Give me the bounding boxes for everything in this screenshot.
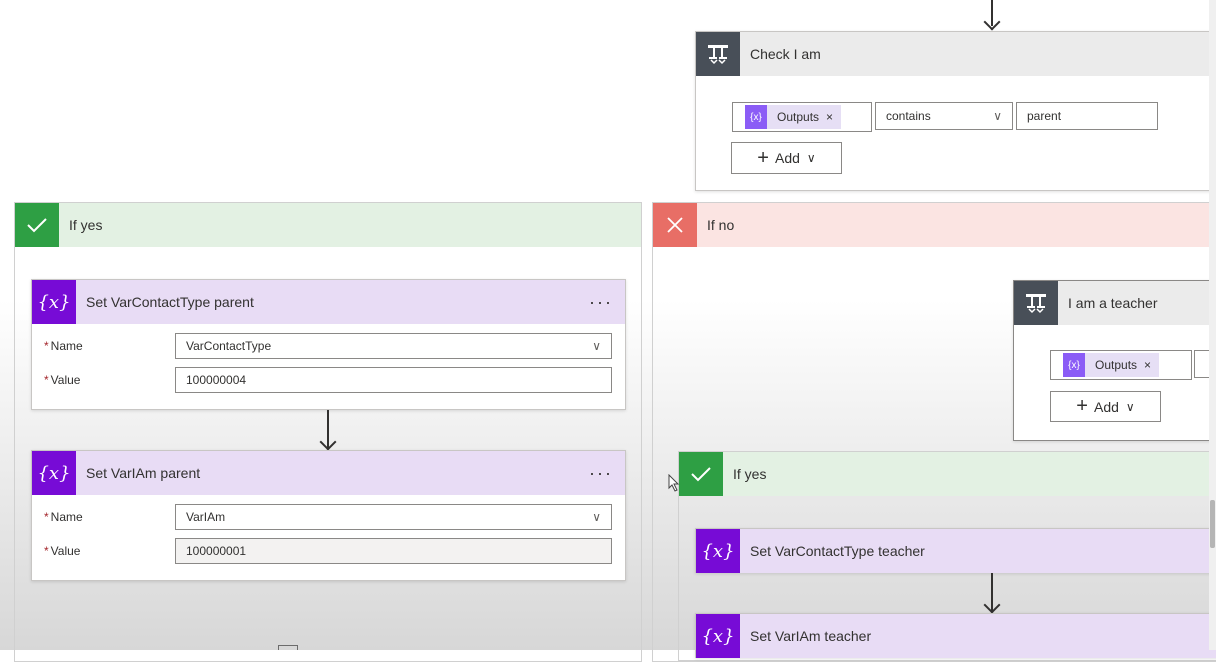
- condition-title: Check I am: [750, 46, 821, 62]
- more-icon[interactable]: ···: [589, 463, 613, 484]
- variable-token-icon: {x}: [1063, 353, 1085, 377]
- card-title: Set VarIAm teacher: [750, 628, 872, 644]
- cursor-icon: [668, 473, 680, 497]
- close-icon: [653, 203, 697, 247]
- chevron-down-icon: ∨: [806, 151, 816, 165]
- add-condition-button[interactable]: + Add ∨: [731, 142, 842, 174]
- plus-icon: +: [1076, 395, 1088, 417]
- check-icon: [15, 203, 59, 247]
- variable-token-icon: {x}: [745, 105, 767, 129]
- set-variable-card-contacttype: {x} Set VarContactType parent ··· * Name …: [31, 279, 626, 410]
- check-icon: [679, 452, 723, 496]
- condition-title: I am a teacher: [1068, 295, 1158, 311]
- set-variable-card-iam-teacher: {x} Set VarIAm teacher: [695, 613, 1216, 658]
- variable-icon: {x}: [32, 280, 76, 324]
- chevron-down-icon: ∨: [993, 109, 1002, 123]
- chevron-down-icon: ∨: [1125, 399, 1135, 414]
- name-label: * Name: [44, 339, 83, 353]
- condition-card-check-i-am: Check I am {x} Outputs × contains ∨ pare…: [695, 31, 1216, 191]
- more-icon[interactable]: ···: [589, 292, 613, 313]
- token-label: Outputs: [1095, 358, 1138, 372]
- add-label: Add: [1093, 398, 1119, 415]
- chevron-down-icon: ∨: [592, 510, 601, 524]
- value-label: * Value: [44, 544, 81, 558]
- outputs-token[interactable]: {x} Outputs ×: [1063, 353, 1160, 377]
- set-variable-header[interactable]: {x} Set VarContactType parent ···: [32, 280, 625, 324]
- name-value: VarIAm: [186, 510, 226, 524]
- plus-icon: +: [757, 146, 769, 169]
- condition-header[interactable]: I am a teacher: [1014, 281, 1216, 325]
- value-text: 100000004: [186, 373, 247, 387]
- right-operand-input[interactable]: parent: [1016, 102, 1158, 130]
- arrow-head: [983, 13, 1001, 31]
- card-title: Set VarContactType teacher: [750, 543, 925, 559]
- vertical-scrollbar[interactable]: [1209, 0, 1216, 650]
- variable-icon: {x}: [696, 529, 740, 573]
- right-operand-value: parent: [1027, 109, 1062, 123]
- variable-icon: {x}: [32, 451, 76, 495]
- name-label: * Name: [44, 510, 83, 524]
- card-title: Set VarContactType parent: [86, 294, 254, 310]
- if-no-label: If no: [707, 217, 735, 233]
- close-icon[interactable]: ×: [1144, 358, 1151, 372]
- value-text: 100000001: [186, 544, 247, 558]
- name-dropdown[interactable]: VarIAm ∨: [175, 504, 612, 530]
- close-icon[interactable]: ×: [826, 110, 833, 124]
- set-variable-header[interactable]: {x} Set VarContactType teacher: [696, 529, 1216, 573]
- condition-icon: [1014, 281, 1058, 325]
- add-step-icon[interactable]: [278, 645, 298, 650]
- if-yes-label: If yes: [69, 217, 103, 233]
- condition-card-teacher: I am a teacher {x} Outputs × + Add ∨: [1013, 280, 1216, 441]
- value-input[interactable]: 100000001: [175, 538, 612, 564]
- name-value: VarContactType: [186, 339, 272, 353]
- chevron-down-icon: ∨: [592, 339, 601, 353]
- set-variable-header[interactable]: {x} Set VarIAm teacher: [696, 614, 1216, 658]
- condition-left-operand[interactable]: {x} Outputs ×: [732, 102, 872, 132]
- set-variable-header[interactable]: {x} Set VarIAm parent ···: [32, 451, 625, 495]
- condition-header[interactable]: Check I am: [696, 32, 1216, 76]
- variable-icon: {x}: [696, 614, 740, 658]
- name-dropdown[interactable]: VarContactType ∨: [175, 333, 612, 359]
- condition-icon: [696, 32, 740, 76]
- if-yes-header[interactable]: If yes: [15, 203, 641, 247]
- set-variable-card-iam: {x} Set VarIAm parent ··· * Name VarIAm ∨…: [31, 450, 626, 581]
- nested-if-yes-label: If yes: [733, 466, 767, 482]
- add-condition-button[interactable]: + Add ∨: [1050, 391, 1161, 422]
- set-variable-card-contacttype-teacher: {x} Set VarContactType teacher: [695, 528, 1216, 573]
- token-label: Outputs: [777, 110, 820, 124]
- nested-if-yes-header[interactable]: If yes: [679, 452, 1216, 496]
- card-title: Set VarIAm parent: [86, 465, 201, 481]
- add-label: Add: [774, 150, 800, 166]
- value-label: * Value: [44, 373, 81, 387]
- scrollbar-thumb[interactable]: [1210, 500, 1215, 548]
- outputs-token[interactable]: {x} Outputs ×: [745, 105, 842, 129]
- operator-dropdown[interactable]: contains ∨: [875, 102, 1013, 130]
- condition-left-operand[interactable]: {x} Outputs ×: [1050, 350, 1192, 380]
- value-input[interactable]: 100000004: [175, 367, 612, 393]
- if-no-header[interactable]: If no: [653, 203, 1216, 247]
- operator-value: contains: [886, 109, 931, 123]
